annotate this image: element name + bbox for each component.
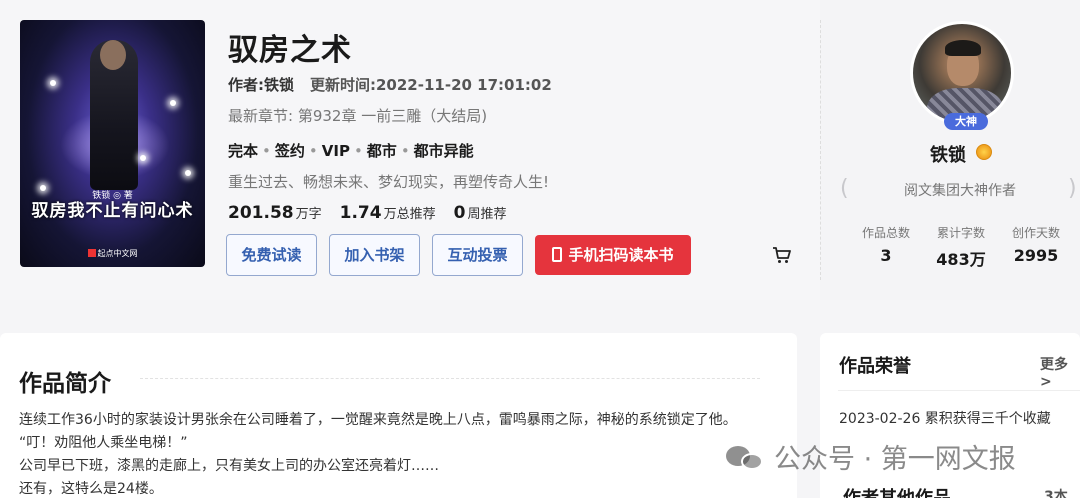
author-stat-words: 累计字数 483万 <box>936 226 986 269</box>
honor-more-link[interactable]: 更多 > <box>1040 354 1080 390</box>
stat-week-recommend: 0 周推荐 <box>453 203 507 223</box>
intro-paragraph: 连续工作36小时的家装设计男张余在公司睡着了，一觉醒来竟然是晚上八点，雷鸣暴雨之… <box>19 412 737 428</box>
author-link[interactable]: 作者:铁锁 <box>228 76 294 94</box>
tag: 签约 <box>274 142 305 160</box>
intro-paragraph: “叮！劝阻他人乘坐电梯！” <box>19 435 188 451</box>
add-shelf-button[interactable]: 加入书架 <box>329 234 420 276</box>
book-title: 驭房之术 <box>228 33 352 68</box>
other-works-count-link[interactable]: 3本 > <box>1044 486 1080 498</box>
author-stat-works: 作品总数 3 <box>861 226 910 265</box>
free-read-button[interactable]: 免费试读 <box>226 234 317 276</box>
mobile-read-button[interactable]: 手机扫码读本书 <box>535 235 691 275</box>
cover-title: 驭房我不止有问心术 <box>31 201 194 221</box>
book-tags: 完本 • 签约 • VIP • 都市 • 都市异能 <box>228 142 474 160</box>
tag-link[interactable]: 都市异能 <box>414 142 474 160</box>
author-name[interactable]: 铁锁 <box>930 141 966 167</box>
other-works-heading: 作者其他作品 <box>843 484 951 498</box>
cart-icon[interactable] <box>772 245 792 265</box>
watermark: 公众号 · 第一网文报 <box>726 437 1016 476</box>
laurel-right-icon: ) <box>1068 176 1077 201</box>
medal-icon <box>976 144 992 160</box>
tag: 完本 <box>228 142 259 160</box>
publisher-logo-icon <box>87 249 96 257</box>
wechat-logo-icon <box>726 442 766 472</box>
tag-link[interactable]: 都市 <box>367 142 397 160</box>
cover-star <box>140 155 146 161</box>
intro-paragraph: 公司早已下班，漆黑的走廊上，只有美女上司的办公室还亮着灯…… <box>19 458 439 474</box>
book-tagline: 重生过去、畅想未来、梦幻现实，再塑传奇人生! <box>228 173 550 191</box>
honor-divider <box>838 390 1080 391</box>
intro-divider <box>140 378 760 379</box>
cover-figure-head <box>100 40 126 70</box>
latest-chapter-link[interactable]: 最新章节: 第932章 一前三雕（大结局) <box>228 105 487 126</box>
author-level-badge: 大神 <box>944 113 988 130</box>
honor-item: 2023-02-26 累积获得三千个收藏 <box>839 411 1051 427</box>
tag: VIP <box>321 142 350 160</box>
author-title: 阅文集团大神作者 <box>904 183 1016 199</box>
stat-total-recommend: 1.74 万总推荐 <box>339 203 436 223</box>
vote-button[interactable]: 互动投票 <box>432 234 523 276</box>
intro-paragraph: 还有，这特么是24楼。 <box>19 481 163 497</box>
cover-star <box>50 80 56 86</box>
author-stat-days: 创作天数 2995 <box>1011 226 1060 265</box>
cover-publisher: 起点中文网 <box>20 248 205 259</box>
cover-star <box>170 100 176 106</box>
divider <box>820 20 821 280</box>
author-avatar[interactable] <box>910 21 1014 125</box>
laurel-left-icon: ( <box>840 176 849 201</box>
phone-icon <box>552 247 563 262</box>
book-cover[interactable]: 铁锁 ◎ 著 驭房我不止有问心术 起点中文网 <box>20 20 205 267</box>
avatar-hair <box>945 40 981 56</box>
book-meta: 作者:铁锁 更新时间:2022-11-20 17:01:02 <box>228 74 552 95</box>
honor-heading: 作品荣誉 <box>839 356 911 377</box>
intro-heading: 作品简介 <box>19 371 111 397</box>
book-stats: 201.58 万字 1.74 万总推荐 0 周推荐 <box>228 203 524 223</box>
cover-star <box>185 170 191 176</box>
update-time: 更新时间:2022-11-20 17:01:02 <box>310 76 552 94</box>
stat-word-count: 201.58 万字 <box>228 203 322 223</box>
